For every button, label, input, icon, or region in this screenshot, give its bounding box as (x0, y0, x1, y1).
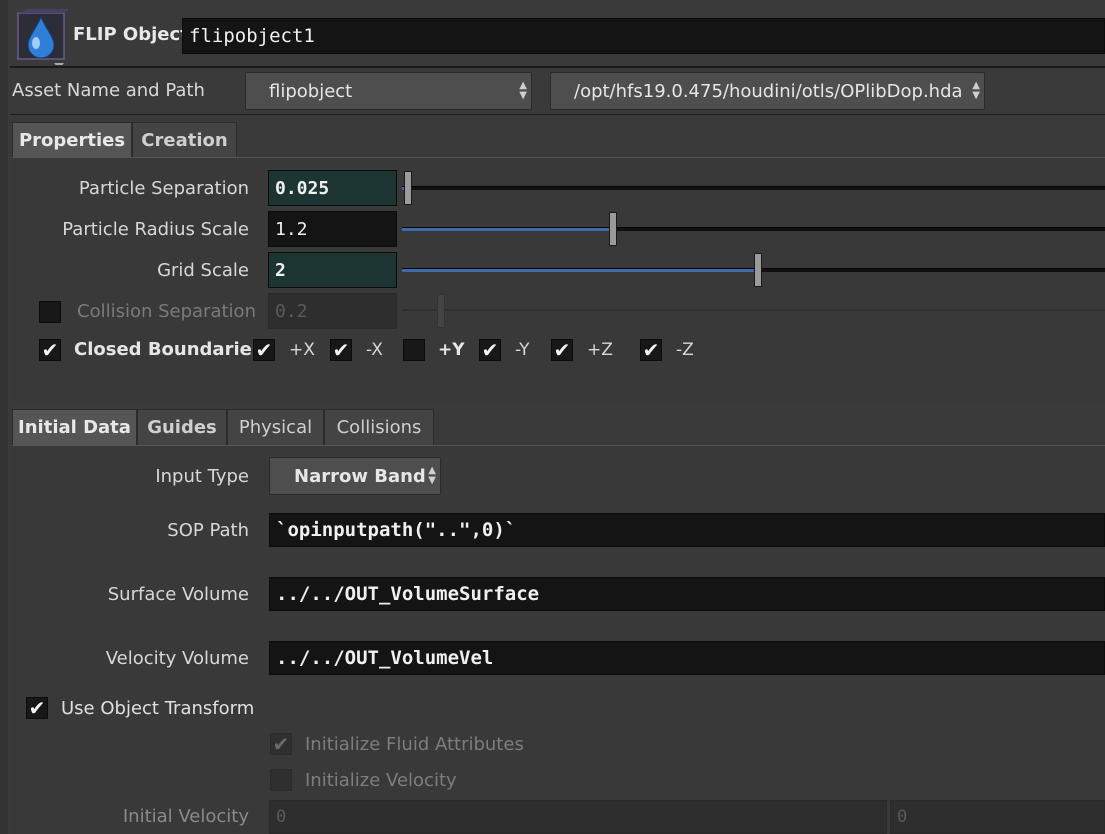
combo-arrows-icon: ▲ ▼ (972, 80, 980, 101)
tab-initial-data[interactable]: Initial Data (12, 409, 137, 445)
particle-separation-field[interactable]: 0.025 (268, 170, 397, 206)
combo-arrows-icon: ▲ ▼ (428, 465, 436, 486)
boundary-minus-z-checkbox[interactable]: ✔ (640, 339, 662, 361)
initial-velocity-label: Initial Velocity (122, 806, 249, 827)
boundary-plus-z-checkbox[interactable]: ✔ (551, 339, 573, 361)
sop-path-label: SOP Path (167, 520, 249, 541)
particle-separation-slider-handle[interactable] (404, 171, 413, 205)
particle-separation-slider[interactable] (402, 186, 1105, 190)
boundary-plus-y-label: +Y (438, 340, 465, 360)
collision-separation-label: Collision Separation (77, 301, 256, 322)
boundary-minus-y-label: -Y (515, 340, 530, 360)
velocity-volume-field[interactable]: ../../OUT_VolumeVel (269, 641, 1105, 675)
initialize-fluid-attributes-label: Initialize Fluid Attributes (305, 734, 524, 755)
collision-separation-slider-handle (437, 294, 446, 328)
initial-velocity-y-field: 0 (890, 800, 1105, 834)
surface-volume-field[interactable]: ../../OUT_VolumeSurface (269, 577, 1105, 611)
initial-velocity-x-field: 0 (269, 800, 887, 834)
grid-scale-label: Grid Scale (157, 260, 249, 281)
boundary-minus-z-label: -Z (676, 340, 694, 360)
surface-volume-label: Surface Volume (107, 584, 249, 605)
collision-separation-slider (402, 309, 1105, 311)
particle-radius-scale-slider[interactable] (402, 227, 1105, 231)
collision-separation-field: 0.2 (268, 293, 397, 329)
header-divider (10, 66, 1105, 68)
boundary-plus-y-checkbox[interactable] (403, 339, 425, 361)
collision-separation-toggle[interactable] (39, 301, 61, 323)
initialize-fluid-attributes-checkbox: ✔ (270, 733, 292, 755)
boundary-minus-x-label: -X (366, 340, 383, 360)
asset-divider (10, 114, 1105, 115)
input-type-label: Input Type (155, 466, 249, 487)
closed-boundaries-label: Closed Boundaries (74, 339, 263, 360)
boundary-plus-x-checkbox[interactable]: ✔ (253, 339, 275, 361)
tab-properties[interactable]: Properties (12, 122, 132, 158)
grid-scale-field[interactable]: 2 (268, 252, 397, 288)
velocity-volume-label: Velocity Volume (105, 648, 249, 669)
asset-name-value: flipobject (269, 80, 353, 102)
asset-path-value: /opt/hfs19.0.475/houdini/otls/OPlibDop.h… (574, 80, 963, 102)
tab-creation[interactable]: Creation (132, 122, 237, 158)
node-type-label: FLIP Object (73, 24, 189, 45)
closed-boundaries-checkbox[interactable]: ✔ (39, 339, 61, 361)
tab-guides[interactable]: Guides (137, 409, 227, 445)
boundary-minus-y-checkbox[interactable]: ✔ (479, 339, 501, 361)
use-object-transform-checkbox[interactable]: ✔ (26, 697, 48, 719)
input-type-combo[interactable]: Narrow Band ▲ ▼ (269, 457, 441, 495)
asset-name-combo[interactable]: flipobject ▲ ▼ (245, 72, 532, 110)
flip-object-drop-icon (14, 9, 70, 69)
asset-name-path-label: Asset Name and Path (12, 80, 205, 101)
asset-path-combo[interactable]: /opt/hfs19.0.475/houdini/otls/OPlibDop.h… (550, 72, 985, 110)
left-edge-strip (0, 0, 8, 834)
initial-data-panel (12, 445, 1105, 834)
initialize-velocity-checkbox (270, 769, 292, 791)
node-name-field[interactable]: flipobject1 (182, 18, 1105, 54)
tab-collisions[interactable]: Collisions (324, 409, 434, 445)
particle-radius-scale-label: Particle Radius Scale (62, 219, 249, 240)
boundary-minus-x-checkbox[interactable]: ✔ (330, 339, 352, 361)
initialize-velocity-label: Initialize Velocity (305, 770, 457, 791)
grid-scale-slider-handle[interactable] (753, 253, 762, 287)
tab-physical[interactable]: Physical (227, 409, 324, 445)
input-type-value: Narrow Band (294, 465, 426, 487)
particle-radius-scale-slider-handle[interactable] (609, 212, 618, 246)
particle-separation-label: Particle Separation (78, 178, 249, 199)
boundary-plus-z-label: +Z (587, 340, 613, 360)
use-object-transform-label: Use Object Transform (61, 698, 255, 719)
combo-arrows-icon: ▲ ▼ (519, 80, 527, 101)
particle-radius-scale-field[interactable]: 1.2 (268, 211, 397, 247)
sop-path-field[interactable]: `opinputpath("..",0)` (269, 513, 1105, 547)
boundary-plus-x-label: +X (289, 340, 315, 360)
